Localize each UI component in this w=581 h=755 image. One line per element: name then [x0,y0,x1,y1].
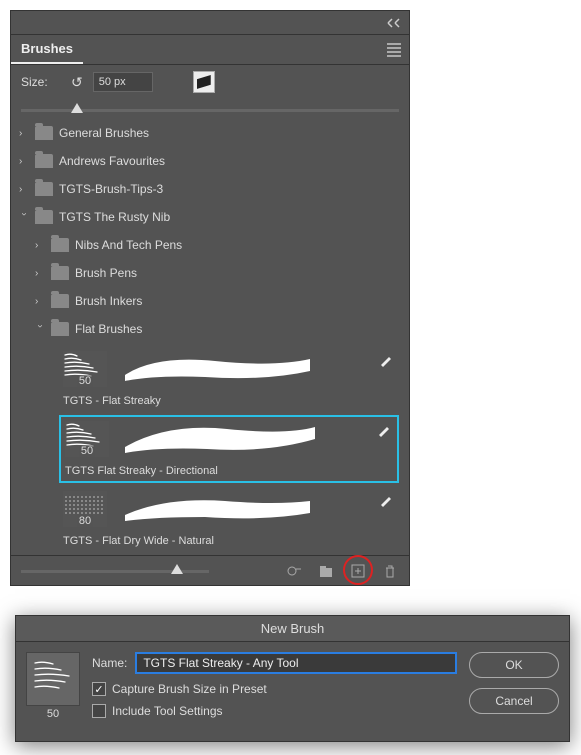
flip-x-icon[interactable]: ↺ [71,74,83,91]
brush-item-flat-dry-wide[interactable]: 80 TGTS - Flat Dry Wide - Natural [59,487,399,551]
name-label: Name: [92,656,127,670]
chevron-right-icon: › [35,268,45,279]
chevron-down-icon: › [19,212,30,222]
folder-flat-brushes[interactable]: › Flat Brushes [11,315,409,343]
folder-label: Nibs And Tech Pens [75,238,182,252]
folder-label: Brush Pens [75,266,137,280]
brush-size-label: 50 [79,445,95,457]
chevron-right-icon: › [35,296,45,307]
collapse-icon[interactable] [379,11,409,35]
checkbox-checked-icon [92,682,106,696]
folder-label: TGTS-Brush-Tips-3 [59,182,163,196]
brush-size-label: 80 [77,515,93,527]
panel-menu-icon[interactable] [379,43,409,57]
folder-label: General Brushes [59,126,149,140]
checkbox-unchecked-icon [92,704,106,718]
slider-thumb-icon[interactable] [171,564,183,574]
folder-general-brushes[interactable]: › General Brushes [11,119,409,147]
brushes-panel: Brushes Size: ↺ › General Brushes › Andr… [10,10,410,586]
brush-size-label: 50 [77,375,93,387]
folder-icon [35,182,53,196]
dialog-title: New Brush [16,616,569,642]
new-group-icon[interactable] [317,562,335,580]
chevron-right-icon: › [19,128,29,139]
brush-stroke-preview [115,351,395,387]
ok-button[interactable]: OK [469,652,559,678]
folder-icon [51,266,69,280]
folder-icon [51,294,69,308]
brush-item-flat-streaky-directional[interactable]: 50 TGTS Flat Streaky - Directional [59,415,399,483]
folder-nibs-tech-pens[interactable]: › Nibs And Tech Pens [11,231,409,259]
delete-icon[interactable] [381,562,399,580]
folder-brush-pens[interactable]: › Brush Pens [11,259,409,287]
new-brush-dialog: New Brush 50 Name: Capture Brush Size in… [15,615,570,742]
folder-icon [51,238,69,252]
brush-name-label: TGTS - Flat Dry Wide - Natural [63,535,395,547]
art-brush-icon [379,353,393,370]
size-row: Size: ↺ [11,65,409,99]
cancel-button[interactable]: Cancel [469,688,559,714]
folder-icon [35,210,53,224]
folder-label: Andrews Favourites [59,154,165,168]
brush-preview-thumbnail[interactable] [193,71,215,93]
folder-andrews-favourites[interactable]: › Andrews Favourites [11,147,409,175]
panel-footer [11,555,409,585]
chevron-right-icon: › [35,240,45,251]
chevron-down-icon: › [35,324,46,334]
brush-item-flat-streaky[interactable]: 50 TGTS - Flat Streaky [59,347,399,411]
folder-label: TGTS The Rusty Nib [59,210,170,224]
size-input[interactable] [93,72,153,92]
chevron-right-icon: › [19,156,29,167]
new-brush-icon[interactable] [349,562,367,580]
folder-tgts-rusty-nib[interactable]: › TGTS The Rusty Nib [11,203,409,231]
panel-tab-row: Brushes [11,35,409,65]
brush-tip-thumbnail: 50 [65,421,109,457]
panel-header [11,11,409,35]
dialog-brush-thumbnail [26,652,80,706]
brush-tip-thumbnail: 80 [63,491,107,527]
brush-stroke-preview [117,421,393,457]
folder-label: Brush Inkers [75,294,142,308]
art-brush-icon [379,493,393,510]
size-slider[interactable] [11,99,409,119]
brushes-tab[interactable]: Brushes [11,35,83,64]
folder-icon [35,154,53,168]
brush-tree[interactable]: › General Brushes › Andrews Favourites ›… [11,119,409,555]
brush-tip-thumbnail: 50 [63,351,107,387]
size-label: Size: [21,75,61,89]
brush-name-label: TGTS - Flat Streaky [63,395,395,407]
include-tool-settings-checkbox[interactable]: Include Tool Settings [92,704,457,718]
dialog-thumb-size: 50 [26,708,80,720]
slider-thumb-icon[interactable] [71,103,83,113]
brush-name-input[interactable] [135,652,457,674]
folder-icon [35,126,53,140]
capture-size-label: Capture Brush Size in Preset [112,682,267,696]
chevron-right-icon: › [19,184,29,195]
brush-name-label: TGTS Flat Streaky - Directional [65,465,393,477]
folder-brush-inkers[interactable]: › Brush Inkers [11,287,409,315]
brush-stroke-preview [115,491,395,527]
toggle-preview-icon[interactable] [285,562,303,580]
folder-tgts-brush-tips-3[interactable]: › TGTS-Brush-Tips-3 [11,175,409,203]
folder-icon [51,322,69,336]
folder-label: Flat Brushes [75,322,142,336]
art-brush-icon [377,423,391,440]
capture-size-checkbox[interactable]: Capture Brush Size in Preset [92,682,457,696]
include-tool-label: Include Tool Settings [112,704,223,718]
